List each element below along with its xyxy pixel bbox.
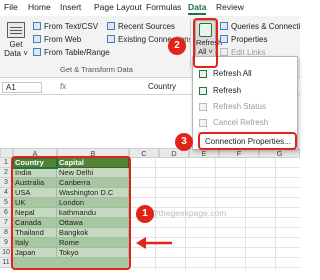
formula-input[interactable]: Country — [148, 82, 176, 91]
refresh-all-icon — [199, 70, 207, 78]
from-table-range-button[interactable]: From Table/Range — [33, 47, 110, 58]
from-text-csv-button[interactable]: From Text/CSV — [33, 21, 98, 32]
gridline — [129, 167, 300, 168]
refresh-icon — [199, 87, 207, 95]
recent-sources-button[interactable]: Recent Sources — [107, 21, 175, 32]
ribbon-tabs: File Home Insert Page Layout Formulas Da… — [0, 0, 300, 16]
tab-home[interactable]: Home — [28, 2, 51, 12]
queries-connections-button[interactable]: Queries & Connections — [220, 21, 300, 32]
callout-badge-3: 3 — [175, 133, 193, 151]
tab-insert[interactable]: Insert — [60, 2, 81, 12]
red-arrow-icon — [136, 237, 172, 249]
gridline — [129, 187, 300, 188]
database-icon — [7, 22, 25, 38]
tab-formulas[interactable]: Formulas — [146, 2, 181, 12]
menu-item-cancel-refresh[interactable]: Cancel Refresh — [193, 116, 297, 130]
gridline — [245, 158, 246, 270]
highlight-connection-properties — [198, 132, 297, 150]
text-file-icon — [33, 22, 41, 30]
from-web-button[interactable]: From Web — [33, 34, 81, 45]
tab-page-layout[interactable]: Page Layout — [94, 2, 142, 12]
fx-icon: fx — [60, 82, 67, 91]
connections-icon — [107, 35, 115, 43]
callout-badge-2: 2 — [168, 37, 186, 55]
cancel-icon — [199, 119, 207, 127]
callout-badge-1: 1 — [136, 205, 154, 223]
group-label-get-transform: Get & Transform Data — [60, 65, 133, 74]
gridline — [129, 267, 300, 268]
table-icon — [33, 48, 41, 56]
get-data-label-1: Get — [9, 40, 23, 49]
group-separator — [190, 20, 191, 68]
gridline — [129, 177, 300, 178]
gridline — [129, 227, 300, 228]
status-icon — [199, 103, 207, 111]
menu-item-refresh-status[interactable]: Refresh Status — [193, 100, 297, 114]
name-box[interactable]: A1 — [2, 82, 42, 93]
watermark: @thegeekpage.com — [150, 208, 227, 218]
recent-icon — [107, 22, 115, 30]
gridline — [129, 257, 300, 258]
properties-button[interactable]: Properties — [220, 34, 267, 45]
menu-item-refresh[interactable]: Refresh — [193, 84, 297, 98]
get-data-label-2: Data ˅ — [4, 49, 28, 58]
tab-review[interactable]: Review — [216, 2, 244, 12]
get-data-button[interactable]: Get Data ˅ — [3, 20, 29, 64]
highlight-table — [11, 156, 131, 270]
web-icon — [33, 35, 41, 43]
queries-icon — [220, 22, 228, 30]
column-header-c[interactable]: C — [129, 148, 159, 158]
menu-item-refresh-all[interactable]: Refresh All — [193, 67, 297, 81]
tab-file[interactable]: File — [4, 2, 18, 12]
tab-data[interactable]: Data — [188, 2, 207, 15]
gridline — [275, 158, 276, 270]
highlight-refresh-all — [193, 18, 218, 68]
link-icon — [220, 48, 228, 56]
properties-icon — [220, 35, 228, 43]
gridline — [129, 197, 300, 198]
